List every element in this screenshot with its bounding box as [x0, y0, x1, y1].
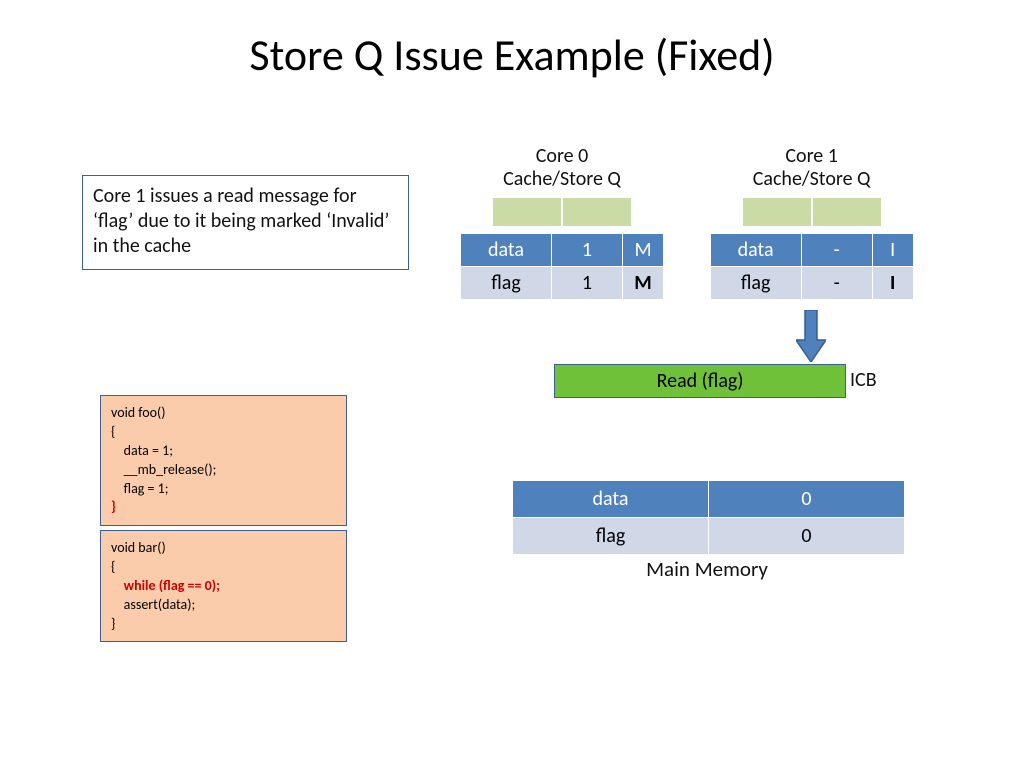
annotation-box: Core 1 issues a read message for ‘flag’ … [82, 175, 409, 270]
table-row: data - I [710, 234, 913, 267]
core0-column: Core 0 Cache/Store Q data 1 M flag 1 M [460, 145, 664, 300]
code-foo-box: void foo() { data = 1; __mb_release(); f… [100, 395, 347, 526]
memory-label: Main Memory [512, 556, 902, 582]
core1-cache-table: data - I flag - I [710, 233, 914, 300]
memory-table: data 0 flag 0 [512, 480, 905, 555]
core0-label-line2: Cache/Store Q [503, 167, 621, 191]
core0-label-line1: Core 0 [536, 144, 589, 168]
core0-storeq [492, 197, 632, 227]
table-row: data 0 [513, 481, 905, 518]
page-title: Store Q Issue Example (Fixed) [0, 28, 1024, 82]
icb-bar: Read (flag) [554, 364, 846, 398]
code-line: } [111, 615, 115, 632]
cache-state: I [872, 234, 913, 267]
cache-name: flag [461, 267, 552, 300]
cache-state: M [623, 234, 664, 267]
mem-val: 0 [709, 518, 905, 555]
mem-name: flag [513, 518, 709, 555]
core1-label: Core 1 Cache/Store Q [710, 145, 914, 191]
table-row: flag 1 M [461, 267, 664, 300]
core1-storeq [742, 197, 882, 227]
core0-label: Core 0 Cache/Store Q [460, 145, 664, 191]
code-bar-box: void bar() { while (flag == 0); assert(d… [100, 530, 347, 642]
core0-cache-table: data 1 M flag 1 M [460, 233, 664, 300]
cache-state: M [623, 267, 664, 300]
table-row: flag 0 [513, 518, 905, 555]
code-line: flag = 1; [111, 480, 169, 497]
core1-column: Core 1 Cache/Store Q data - I flag - I [710, 145, 914, 300]
cache-state: I [872, 267, 913, 300]
core1-label-line2: Cache/Store Q [753, 167, 871, 191]
mem-val: 0 [709, 481, 905, 518]
code-line: data = 1; [111, 442, 173, 459]
table-row: data 1 M [461, 234, 664, 267]
cache-val: - [801, 267, 872, 300]
code-line: { [111, 423, 115, 440]
code-line: { [111, 558, 115, 575]
code-line: __mb_release(); [111, 461, 216, 478]
icb-label: ICB [850, 368, 877, 392]
mem-name: data [513, 481, 709, 518]
table-row: flag - I [710, 267, 913, 300]
cache-name: data [710, 234, 801, 267]
cache-val: 1 [552, 267, 623, 300]
code-line: void bar() [111, 539, 166, 556]
cache-name: data [461, 234, 552, 267]
code-line: assert(data); [111, 596, 195, 613]
core1-label-line1: Core 1 [785, 144, 838, 168]
arrow-down-icon [796, 310, 826, 362]
cache-val: - [801, 234, 872, 267]
code-line: } [111, 498, 116, 515]
code-line: while (flag == 0); [111, 577, 220, 594]
code-line: void foo() [111, 404, 166, 421]
cores-area: Core 0 Cache/Store Q data 1 M flag 1 M C… [460, 145, 914, 300]
cache-name: flag [710, 267, 801, 300]
cache-val: 1 [552, 234, 623, 267]
